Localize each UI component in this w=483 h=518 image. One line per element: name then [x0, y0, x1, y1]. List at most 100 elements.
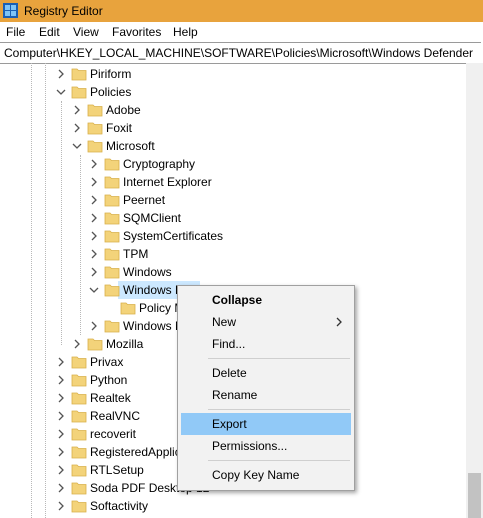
- chevron-right-icon[interactable]: [55, 392, 67, 404]
- tree-item-label: Adobe: [106, 103, 141, 117]
- tree-item[interactable]: SystemCertificates: [88, 227, 388, 245]
- chevron-right-icon[interactable]: [55, 500, 67, 512]
- chevron-right-icon[interactable]: [88, 176, 100, 188]
- chevron-right-icon[interactable]: [71, 338, 83, 350]
- tree-item[interactable]: Policies: [55, 83, 355, 101]
- tree-guide-line: [31, 63, 32, 518]
- menu-item-copy-key-name[interactable]: Copy Key Name: [178, 464, 354, 486]
- chevron-right-icon[interactable]: [88, 320, 100, 332]
- tree-item-label: Windows: [123, 265, 172, 279]
- registry-editor-icon: [3, 3, 18, 18]
- chevron-right-icon[interactable]: [71, 104, 83, 116]
- chevron-right-icon[interactable]: [55, 428, 67, 440]
- address-bar[interactable]: Computer\HKEY_LOCAL_MACHINE\SOFTWARE\Pol…: [0, 42, 481, 64]
- menu-view[interactable]: View: [73, 25, 99, 39]
- tree-item-label: RegisteredApplic: [90, 445, 181, 459]
- menu-item-rename[interactable]: Rename: [178, 384, 354, 406]
- chevron-right-icon[interactable]: [71, 122, 83, 134]
- chevron-right-icon[interactable]: [55, 482, 67, 494]
- folder-icon: [104, 266, 120, 279]
- tree-item-label: Windows N: [123, 319, 184, 333]
- tree-item-label: Realtek: [90, 391, 131, 405]
- chevron-down-icon[interactable]: [71, 140, 83, 152]
- folder-icon: [104, 284, 120, 297]
- tree-item[interactable]: Piriform: [55, 65, 355, 83]
- folder-icon: [71, 446, 87, 459]
- tree-item[interactable]: Internet Explorer: [88, 173, 388, 191]
- chevron-right-icon[interactable]: [55, 374, 67, 386]
- tree-item[interactable]: SQMClient: [88, 209, 388, 227]
- chevron-down-icon[interactable]: [55, 86, 67, 98]
- tree-item-label: Python: [90, 373, 128, 387]
- tree-guide-line: [61, 101, 62, 345]
- folder-icon: [104, 212, 120, 225]
- folder-icon: [87, 338, 103, 351]
- chevron-right-icon[interactable]: [55, 356, 67, 368]
- tree-item-label: RealVNC: [90, 409, 141, 423]
- export-label: Export: [212, 417, 247, 431]
- tree-guide-line: [80, 155, 81, 335]
- context-menu: Collapse New Find... Delete Rename Expor…: [177, 285, 355, 491]
- chevron-right-icon[interactable]: [88, 212, 100, 224]
- menu-edit[interactable]: Edit: [39, 25, 60, 39]
- chevron-right-icon[interactable]: [55, 464, 67, 476]
- menu-bar: File Edit View Favorites Help: [0, 22, 483, 42]
- tree-item[interactable]: Windows: [88, 263, 388, 281]
- chevron-right-icon[interactable]: [88, 230, 100, 242]
- title-bar: Registry Editor: [0, 0, 483, 22]
- folder-icon: [104, 320, 120, 333]
- folder-icon: [120, 302, 136, 315]
- menu-item-permissions[interactable]: Permissions...: [178, 435, 354, 457]
- tree-item-label: Peernet: [123, 193, 166, 207]
- menu-favorites[interactable]: Favorites: [112, 25, 161, 39]
- chevron-right-icon[interactable]: [55, 68, 67, 80]
- tree-item-label: Windows D: [123, 283, 184, 297]
- vertical-scrollbar[interactable]: [466, 63, 483, 518]
- menu-separator: [208, 409, 350, 410]
- menu-item-export[interactable]: Export: [181, 413, 351, 435]
- chevron-right-icon[interactable]: [88, 194, 100, 206]
- tree-item-label: Privax: [90, 355, 124, 369]
- menu-item-find[interactable]: Find...: [178, 333, 354, 355]
- tree-item[interactable]: Cryptography: [88, 155, 388, 173]
- tree-item[interactable]: Peernet: [88, 191, 388, 209]
- tree-item-label: Internet Explorer: [123, 175, 212, 189]
- tree-item-label: SystemCertificates: [123, 229, 224, 243]
- tree-item-label: TPM: [123, 247, 149, 261]
- menu-item-delete[interactable]: Delete: [178, 362, 354, 384]
- tree-item[interactable]: Microsoft: [71, 137, 371, 155]
- menu-item-collapse[interactable]: Collapse: [178, 289, 354, 311]
- menu-item-new[interactable]: New: [178, 311, 354, 333]
- folder-icon: [71, 500, 87, 513]
- chevron-right-icon[interactable]: [88, 248, 100, 260]
- chevron-right-icon[interactable]: [88, 266, 100, 278]
- chevron-down-icon[interactable]: [88, 284, 100, 296]
- folder-icon: [71, 356, 87, 369]
- window-title: Registry Editor: [24, 4, 103, 18]
- tree-item[interactable]: TPM: [88, 245, 388, 263]
- chevron-right-icon[interactable]: [88, 158, 100, 170]
- menu-help[interactable]: Help: [173, 25, 198, 39]
- find-label: Find...: [212, 337, 246, 351]
- scrollbar-thumb[interactable]: [468, 473, 481, 518]
- tree-item-label: Softactivity: [90, 499, 149, 513]
- rename-label: Rename: [212, 388, 258, 402]
- folder-icon: [71, 68, 87, 81]
- menu-file[interactable]: File: [6, 25, 25, 39]
- tree-item[interactable]: Softactivity: [55, 497, 355, 515]
- folder-icon: [104, 158, 120, 171]
- permissions-label: Permissions...: [212, 439, 288, 453]
- folder-icon: [87, 104, 103, 117]
- tree-item-label: Policies: [90, 85, 132, 99]
- chevron-right-icon[interactable]: [55, 446, 67, 458]
- tree-item[interactable]: Adobe: [71, 101, 371, 119]
- folder-icon: [87, 140, 103, 153]
- chevron-right-icon[interactable]: [55, 410, 67, 422]
- folder-icon: [71, 428, 87, 441]
- folder-icon: [71, 374, 87, 387]
- folder-icon: [104, 176, 120, 189]
- folder-icon: [104, 248, 120, 261]
- tree-item[interactable]: Foxit: [71, 119, 371, 137]
- menu-separator: [208, 358, 350, 359]
- menu-separator: [208, 460, 350, 461]
